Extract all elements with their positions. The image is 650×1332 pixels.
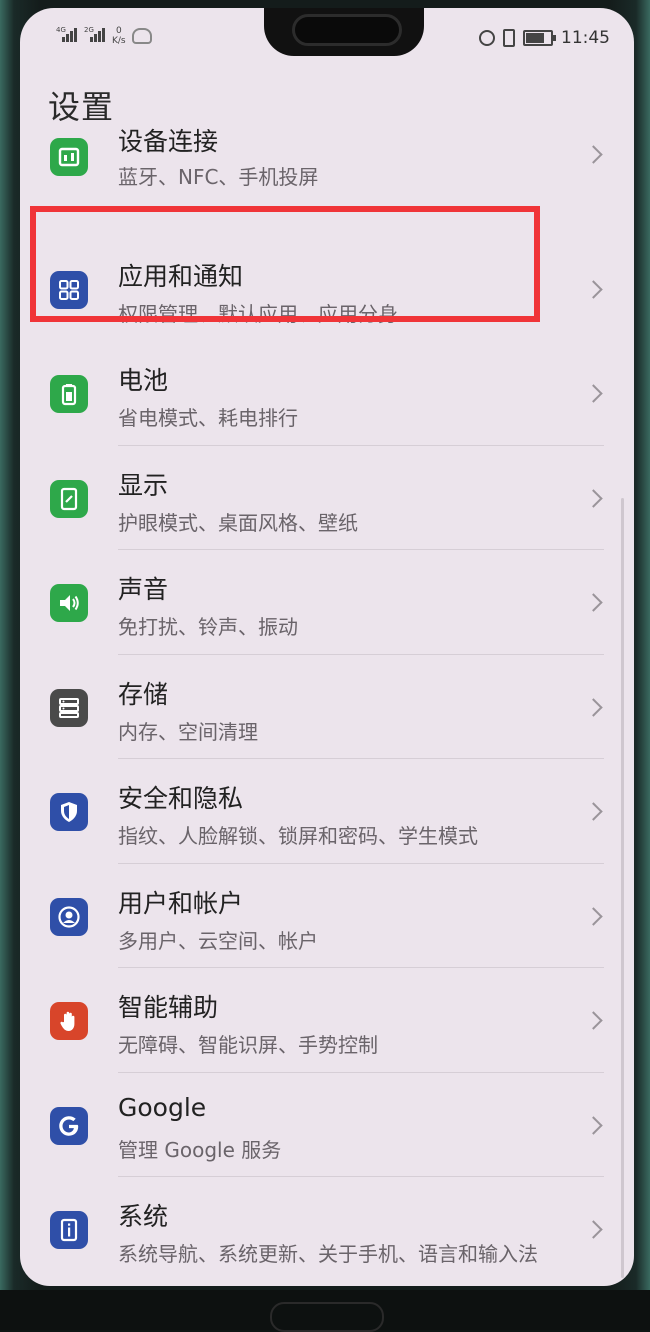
- page-title: 设置: [48, 88, 115, 126]
- display-icon: [50, 479, 88, 518]
- home-button[interactable]: [270, 1302, 384, 1332]
- alarm-icon: [479, 30, 495, 46]
- system-info-icon: [50, 1211, 88, 1249]
- chevron-right-icon: [584, 802, 603, 821]
- settings-item-title: 电池: [118, 366, 169, 395]
- settings-item-smart-assistance[interactable]: 智能辅助 无障碍、智能识屏、手势控制: [20, 968, 634, 1073]
- screen: 4G 2G 0 K/s 11:45 设置 设备连接 蓝牙、NFC、手机投屏 应用…: [20, 8, 634, 1286]
- chevron-right-icon: [584, 593, 603, 612]
- phone-frame: 4G 2G 0 K/s 11:45 设置 设备连接 蓝牙、NFC、手机投屏 应用…: [0, 0, 650, 1332]
- battery-icon: [50, 375, 88, 413]
- chevron-right-icon: [584, 1220, 603, 1239]
- sim2-tag: 2G: [84, 26, 94, 34]
- hand-icon: [50, 1002, 88, 1040]
- signal-icon-2: 2G: [84, 26, 106, 42]
- network-speed-unit: K/s: [112, 36, 126, 46]
- clock: 11:45: [561, 28, 610, 48]
- settings-item-subtitle: 省电模式、耗电排行: [118, 406, 298, 430]
- status-bar: 4G 2G 0 K/s 11:45: [20, 26, 634, 60]
- settings-item-title: 设备连接: [118, 127, 219, 156]
- battery-status-icon: [523, 30, 556, 46]
- bottom-bezel: [0, 1290, 650, 1332]
- chevron-right-icon: [584, 906, 603, 926]
- shield-icon: [50, 793, 88, 831]
- chevron-right-icon: [584, 488, 603, 508]
- settings-item-title: 用户和帐户: [118, 888, 244, 918]
- battery-level: [526, 33, 544, 43]
- settings-item-title: 显示: [118, 470, 169, 500]
- settings-item-subtitle: 多用户、云空间、帐户: [118, 928, 318, 953]
- google-icon: [50, 1106, 88, 1145]
- settings-item-title: Google: [118, 1092, 207, 1122]
- settings-item-title: 存储: [118, 679, 169, 709]
- sim1-tag: 4G: [56, 26, 66, 34]
- settings-item-title: 声音: [118, 575, 169, 604]
- settings-item-subtitle: 指纹、人脸解锁、锁屏和密码、学生模式: [118, 824, 478, 848]
- chevron-right-icon: [584, 1011, 603, 1030]
- settings-item-security-privacy[interactable]: 安全和隐私 指纹、人脸解锁、锁屏和密码、学生模式: [20, 759, 634, 864]
- settings-item-subtitle: 内存、空间清理: [118, 719, 258, 744]
- settings-item-sound[interactable]: 声音 免打扰、铃声、振动: [20, 550, 634, 655]
- settings-item-users-accounts[interactable]: 用户和帐户 多用户、云空间、帐户: [20, 864, 634, 968]
- settings-item-subtitle: 护眼模式、桌面风格、壁纸: [118, 510, 358, 535]
- signal-icon: 4G: [56, 26, 78, 42]
- settings-item-title: 智能辅助: [118, 993, 219, 1022]
- network-speed: 0 K/s: [112, 26, 126, 46]
- settings-item-system[interactable]: 系统 系统导航、系统更新、关于手机、语言和输入法: [20, 1177, 634, 1286]
- vibrate-icon: [503, 29, 515, 47]
- sound-icon: [50, 584, 88, 622]
- chevron-right-icon: [584, 384, 603, 403]
- highlight-box: [30, 206, 540, 322]
- chevron-right-icon: [584, 279, 603, 299]
- settings-item-title: 系统: [118, 1202, 169, 1231]
- chevron-right-icon: [584, 697, 603, 717]
- scrollbar[interactable]: [621, 498, 624, 1278]
- settings-item-subtitle: 免打扰、铃声、振动: [118, 615, 298, 639]
- settings-item-subtitle: 管理 Google 服务: [118, 1137, 282, 1162]
- settings-item-battery[interactable]: 电池 省电模式、耗电排行: [20, 341, 634, 446]
- user-icon: [50, 897, 88, 936]
- settings-item-subtitle: 蓝牙、NFC、手机投屏: [118, 165, 319, 189]
- settings-item-title: 安全和隐私: [118, 784, 244, 813]
- settings-item-display[interactable]: 显示 护眼模式、桌面风格、壁纸: [20, 446, 634, 550]
- settings-item-storage[interactable]: 存储 内存、空间清理: [20, 655, 634, 759]
- network-speed-value: 0: [115, 26, 122, 36]
- device-connection-icon: [50, 138, 88, 176]
- settings-item-google[interactable]: Google 管理 Google 服务: [20, 1073, 634, 1177]
- storage-icon: [50, 688, 88, 727]
- settings-item-subtitle: 无障碍、智能识屏、手势控制: [118, 1033, 378, 1057]
- settings-item-subtitle: 系统导航、系统更新、关于手机、语言和输入法: [118, 1242, 538, 1266]
- cloud-icon: [131, 28, 152, 44]
- chevron-right-icon: [584, 1115, 603, 1135]
